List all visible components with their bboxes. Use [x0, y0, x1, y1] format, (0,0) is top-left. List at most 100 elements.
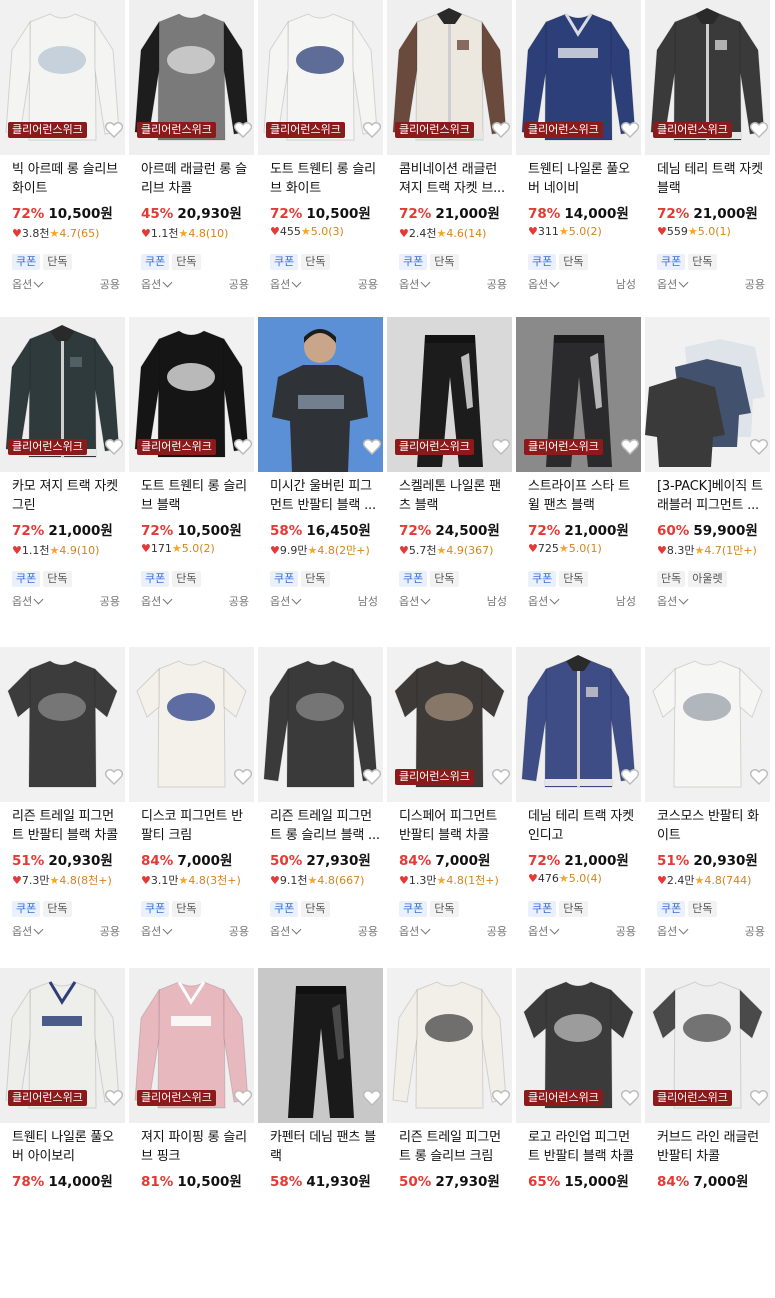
wishlist-heart-icon[interactable]	[620, 1088, 640, 1108]
product-title[interactable]: 로고 라인업 피그먼트 반팔티 블랙 차콜	[528, 1128, 638, 1166]
product-card[interactable]: 클리어런스위크 스트라이프 스타 트윌 팬츠 블랙 72% 21,000원 ♥725★5…	[516, 317, 641, 647]
option-dropdown[interactable]: 옵션	[657, 923, 689, 939]
option-dropdown[interactable]: 옵션	[657, 593, 689, 609]
wishlist-heart-icon[interactable]	[362, 120, 382, 140]
product-title[interactable]: 콤비네이션 래글런 져지 트랙 자켓 브...	[399, 160, 509, 198]
option-dropdown[interactable]: 옵션	[657, 276, 689, 292]
wishlist-heart-icon[interactable]	[620, 437, 640, 457]
product-card[interactable]: [3-PACK]베이직 트래블러 피그먼트 ... 60% 59,900원 ♥8.3만…	[645, 317, 770, 647]
product-card[interactable]: 클리어런스위크 데님 테리 트랙 자켓 블랙 72% 21,000원 ♥559★5.0(…	[645, 0, 770, 330]
product-price-line: 72% 24,500원	[399, 519, 500, 539]
option-dropdown[interactable]: 옵션	[270, 923, 302, 939]
product-title[interactable]: 데님 테리 트랙 자켓 블랙	[657, 160, 767, 198]
wishlist-heart-icon[interactable]	[491, 437, 511, 457]
wishlist-heart-icon[interactable]	[362, 1088, 382, 1108]
product-title[interactable]: 도트 트웬티 롱 슬리브 화이트	[270, 160, 380, 198]
wishlist-heart-icon[interactable]	[233, 1088, 253, 1108]
option-dropdown[interactable]: 옵션	[528, 923, 560, 939]
option-dropdown[interactable]: 옵션	[270, 593, 302, 609]
wishlist-heart-icon[interactable]	[233, 437, 253, 457]
wishlist-heart-icon[interactable]	[362, 437, 382, 457]
wishlist-heart-icon[interactable]	[491, 767, 511, 787]
wishlist-heart-icon[interactable]	[104, 120, 124, 140]
product-title[interactable]: 트웬티 나일론 풀오버 네이비	[528, 160, 638, 198]
option-dropdown[interactable]: 옵션	[399, 923, 431, 939]
wishlist-heart-icon[interactable]	[104, 1088, 124, 1108]
product-title[interactable]: 코스모스 반팔티 화이트	[657, 807, 767, 845]
product-card[interactable]: 클리어런스위크 도트 트웬티 롱 슬리브 화이트 72% 10,500원 ♥455★5.…	[258, 0, 383, 330]
product-card[interactable]: 클리어런스위크 콤비네이션 래글런 져지 트랙 자켓 브... 72% 21,000원…	[387, 0, 512, 330]
product-card[interactable]: 클리어런스위크 로고 라인업 피그먼트 반팔티 블랙 차콜 65% 15,000원	[516, 968, 641, 1298]
option-dropdown[interactable]: 옵션	[12, 276, 44, 292]
product-card[interactable]: 클리어런스위크 도트 트웬티 롱 슬리브 블랙 72% 10,500원 ♥171★5.0…	[129, 317, 254, 647]
star-icon: ★	[436, 544, 447, 557]
wishlist-heart-icon[interactable]	[233, 767, 253, 787]
product-card[interactable]: 리즌 트레일 피그먼트 롱 슬리브 크림 50% 27,930원	[387, 968, 512, 1298]
product-card[interactable]: 카펜터 데님 팬츠 블랙 58% 41,930원	[258, 968, 383, 1298]
product-title[interactable]: 빅 아르떼 롱 슬리브 화이트	[12, 160, 122, 198]
product-card[interactable]: 리즌 트레일 피그먼트 반팔티 블랙 차콜 51% 20,930원 ♥7.3만★4.8…	[0, 647, 125, 977]
product-title[interactable]: 트웬티 나일론 풀오버 아이보리	[12, 1128, 122, 1166]
wishlist-heart-icon[interactable]	[749, 120, 769, 140]
option-dropdown[interactable]: 옵션	[12, 593, 44, 609]
wishlist-heart-icon[interactable]	[233, 120, 253, 140]
product-card[interactable]: 클리어런스위크 트웬티 나일론 풀오버 아이보리 78% 14,000원	[0, 968, 125, 1298]
option-dropdown[interactable]: 옵션	[528, 276, 560, 292]
product-title[interactable]: 스트라이프 스타 트윌 팬츠 블랙	[528, 477, 638, 515]
option-label: 옵션	[657, 278, 678, 291]
product-title[interactable]: 져지 파이핑 롱 슬리브 핑크	[141, 1128, 251, 1166]
product-title[interactable]: 리즌 트레일 피그먼트 롱 슬리브 블랙 ...	[270, 807, 380, 845]
product-title[interactable]: 디스페어 피그먼트 반팔티 블랙 차콜	[399, 807, 509, 845]
wishlist-heart-icon[interactable]	[362, 767, 382, 787]
option-dropdown[interactable]: 옵션	[399, 276, 431, 292]
option-dropdown[interactable]: 옵션	[270, 276, 302, 292]
product-card[interactable]: 클리어런스위크 스켈레톤 나일론 팬츠 블랙 72% 24,500원 ♥5.7천★4.9…	[387, 317, 512, 647]
discount-rate: 72%	[657, 206, 690, 222]
product-card[interactable]: 디스코 피그먼트 반팔티 크림 84% 7,000원 ♥3.1만★4.8(3천+) 쿠폰…	[129, 647, 254, 977]
wishlist-heart-icon[interactable]	[104, 437, 124, 457]
wishlist-heart-icon[interactable]	[749, 1088, 769, 1108]
product-card[interactable]: 클리어런스위크 트웬티 나일론 풀오버 네이비 78% 14,000원 ♥311★5.0…	[516, 0, 641, 330]
option-dropdown[interactable]: 옵션	[141, 923, 173, 939]
product-title[interactable]: 커브드 라인 래글런 반팔티 차콜	[657, 1128, 767, 1166]
wishlist-heart-icon[interactable]	[491, 1088, 511, 1108]
product-stats: ♥8.3만★4.7(1만+)	[657, 542, 757, 558]
product-title[interactable]: 스켈레톤 나일론 팬츠 블랙	[399, 477, 509, 515]
product-card[interactable]: 코스모스 반팔티 화이트 51% 20,930원 ♥2.4만★4.8(744) 쿠폰 단독…	[645, 647, 770, 977]
product-title[interactable]: 데님 테리 트랙 자켓 인디고	[528, 807, 638, 845]
option-dropdown[interactable]: 옵션	[12, 923, 44, 939]
product-card[interactable]: 클리어런스위크 져지 파이핑 롱 슬리브 핑크 81% 10,500원	[129, 968, 254, 1298]
product-card[interactable]: 클리어런스위크 아르떼 래글런 롱 슬리브 차콜 45% 20,930원 ♥1.1천★4…	[129, 0, 254, 330]
product-card[interactable]: 클리어런스위크 카모 져지 트랙 자켓 그린 72% 21,000원 ♥1.1천★4.9…	[0, 317, 125, 647]
clearance-badge: 클리어런스위크	[524, 122, 603, 138]
wishlist-heart-icon[interactable]	[749, 767, 769, 787]
product-title[interactable]: 도트 트웬티 롱 슬리브 블랙	[141, 477, 251, 515]
product-card[interactable]: 미시간 울버린 피그먼트 반팔티 블랙 ... 58% 16,450원 ♥9.9만★4…	[258, 317, 383, 647]
wishlist-heart-icon[interactable]	[749, 437, 769, 457]
product-title[interactable]: 아르떼 래글런 롱 슬리브 차콜	[141, 160, 251, 198]
product-title[interactable]: 디스코 피그먼트 반팔티 크림	[141, 807, 251, 845]
wishlist-heart-icon[interactable]	[620, 120, 640, 140]
like-count: 725	[537, 542, 559, 555]
option-dropdown[interactable]: 옵션	[141, 276, 173, 292]
product-card[interactable]: 클리어런스위크 빅 아르떼 롱 슬리브 화이트 72% 10,500원 ♥3.8천★4.…	[0, 0, 125, 330]
product-tags: 쿠폰 단독	[270, 567, 333, 587]
product-card[interactable]: 클리어런스위크 디스페어 피그먼트 반팔티 블랙 차콜 84% 7,000원 ♥1.3만…	[387, 647, 512, 977]
option-dropdown[interactable]: 옵션	[399, 593, 431, 609]
product-title[interactable]: 리즌 트레일 피그먼트 반팔티 블랙 차콜	[12, 807, 122, 845]
product-title[interactable]: [3-PACK]베이직 트래블러 피그먼트 ...	[657, 477, 767, 515]
product-card[interactable]: 클리어런스위크 커브드 라인 래글런 반팔티 차콜 84% 7,000원	[645, 968, 770, 1298]
product-title[interactable]: 리즌 트레일 피그먼트 롱 슬리브 크림	[399, 1128, 509, 1166]
product-card[interactable]: 데님 테리 트랙 자켓 인디고 72% 21,000원 ♥476★5.0(4) 쿠폰 단독…	[516, 647, 641, 977]
wishlist-heart-icon[interactable]	[491, 120, 511, 140]
product-title[interactable]: 미시간 울버린 피그먼트 반팔티 블랙 ...	[270, 477, 380, 515]
option-dropdown[interactable]: 옵션	[528, 593, 560, 609]
rating-score: 4.8(8천+)	[59, 874, 112, 887]
product-title[interactable]: 카펜터 데님 팬츠 블랙	[270, 1128, 380, 1166]
product-title[interactable]: 카모 져지 트랙 자켓 그린	[12, 477, 122, 515]
option-dropdown[interactable]: 옵션	[141, 593, 173, 609]
wishlist-heart-icon[interactable]	[104, 767, 124, 787]
clearance-badge: 클리어런스위크	[137, 1090, 216, 1106]
wishlist-heart-icon[interactable]	[620, 767, 640, 787]
product-card[interactable]: 리즌 트레일 피그먼트 롱 슬리브 블랙 ... 50% 27,930원 ♥9.1천★…	[258, 647, 383, 977]
